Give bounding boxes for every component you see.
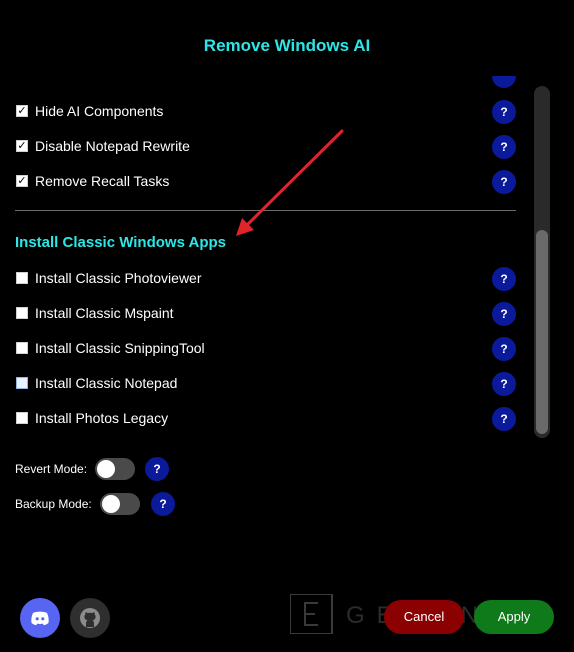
backup-mode-label: Backup Mode:: [15, 497, 92, 511]
app-photos-legacy[interactable]: Install Photos Legacy ?: [16, 407, 516, 433]
help-icon[interactable]: ?: [492, 170, 516, 194]
checkbox[interactable]: [16, 272, 28, 284]
option-disable-notepad-rewrite[interactable]: ✓ Disable Notepad Rewrite ?: [16, 135, 516, 161]
toggle-knob: [97, 460, 115, 478]
app-label: Install Classic SnippingTool: [35, 340, 205, 356]
checkbox-hover[interactable]: [16, 377, 28, 389]
app-classic-photoviewer[interactable]: Install Classic Photoviewer ?: [16, 267, 516, 293]
toggle-knob: [102, 495, 120, 513]
checkbox[interactable]: [16, 342, 28, 354]
section-divider: [15, 210, 516, 211]
window-title: Remove Windows AI: [203, 36, 371, 55]
scrollbar-thumb[interactable]: [536, 230, 548, 434]
github-button[interactable]: [70, 598, 110, 638]
revert-mode-row: Revert Mode: ?: [15, 457, 175, 483]
checkbox[interactable]: [16, 412, 28, 424]
help-icon[interactable]: ?: [145, 457, 169, 481]
help-icon[interactable]: ?: [492, 302, 516, 326]
app-label: Install Classic Notepad: [35, 375, 178, 391]
checkbox-checked[interactable]: ✓: [16, 175, 28, 187]
checkbox[interactable]: [16, 307, 28, 319]
app-classic-snippingtool[interactable]: Install Classic SnippingTool ?: [16, 337, 516, 363]
revert-mode-toggle[interactable]: [95, 458, 135, 480]
option-remove-recall-tasks[interactable]: ✓ Remove Recall Tasks ?: [16, 170, 516, 196]
help-icon[interactable]: ?: [492, 100, 516, 124]
help-icon[interactable]: ?: [492, 337, 516, 361]
help-icon[interactable]: ?: [492, 135, 516, 159]
backup-mode-toggle[interactable]: [100, 493, 140, 515]
app-label: Install Photos Legacy: [35, 410, 169, 426]
app-classic-notepad[interactable]: Install Classic Notepad ?: [16, 372, 516, 398]
checkbox-checked[interactable]: ✓: [16, 140, 28, 152]
checkbox-checked[interactable]: ✓: [16, 105, 28, 117]
section-title: Install Classic Windows Apps: [15, 234, 227, 251]
github-icon: [80, 608, 100, 628]
option-label: Hide AI Components: [35, 103, 164, 119]
app-classic-mspaint[interactable]: Install Classic Mspaint ?: [16, 302, 516, 328]
revert-mode-label: Revert Mode:: [15, 462, 88, 476]
discord-button[interactable]: [20, 598, 60, 638]
help-icon[interactable]: ?: [492, 267, 516, 291]
discord-icon: [31, 611, 49, 626]
help-icon-partial[interactable]: [492, 76, 516, 88]
apply-button[interactable]: Apply: [474, 600, 554, 634]
help-icon[interactable]: ?: [492, 372, 516, 396]
option-label: Remove Recall Tasks: [35, 173, 170, 189]
option-hide-ai-components[interactable]: ✓ Hide AI Components ?: [16, 100, 516, 126]
cancel-button[interactable]: Cancel: [384, 600, 464, 634]
help-icon[interactable]: ?: [492, 407, 516, 431]
app-label: Install Classic Mspaint: [35, 305, 174, 321]
option-label: Disable Notepad Rewrite: [35, 138, 190, 154]
app-label: Install Classic Photoviewer: [35, 270, 202, 286]
help-icon[interactable]: ?: [151, 492, 175, 516]
backup-mode-row: Backup Mode: ?: [15, 492, 185, 518]
